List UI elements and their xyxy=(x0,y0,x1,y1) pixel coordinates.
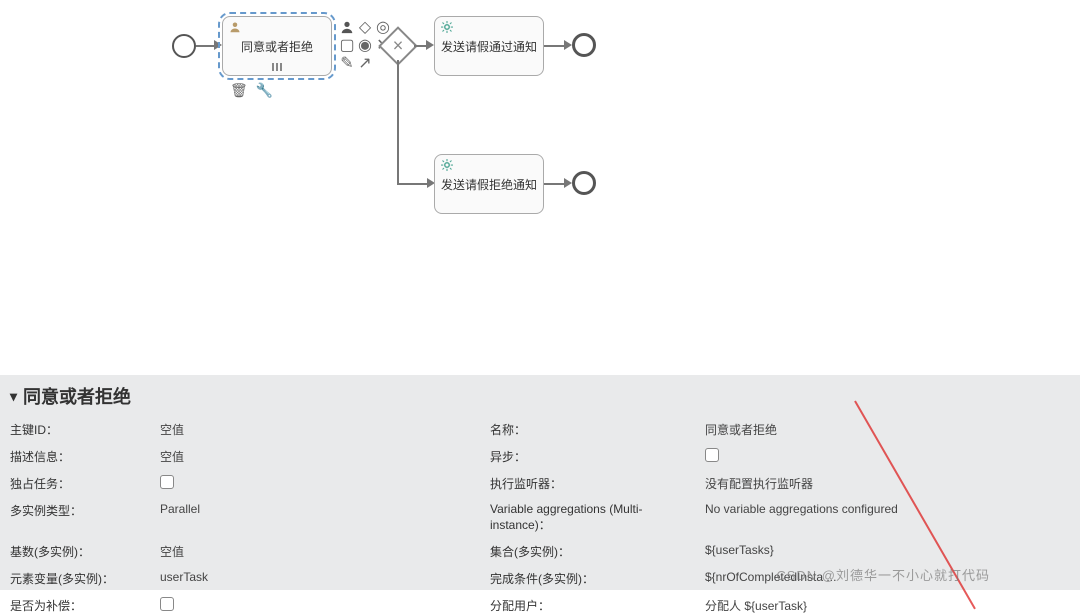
property-label: 名称： xyxy=(490,421,695,438)
property-label: 完成条件(多实例)： xyxy=(490,570,695,587)
property-label: 异步： xyxy=(490,448,695,465)
property-value[interactable]: 空值 xyxy=(160,448,410,465)
connect-icon[interactable]: ↗ xyxy=(358,56,372,70)
sequence-flow xyxy=(397,60,399,184)
user-task-approve-reject[interactable]: 同意或者拒绝 xyxy=(222,16,332,76)
gear-icon xyxy=(441,159,453,171)
property-value[interactable]: 空值 xyxy=(160,543,410,560)
end-event-2[interactable] xyxy=(572,171,596,195)
user-icon xyxy=(229,21,241,33)
spacer xyxy=(420,543,480,560)
property-value[interactable] xyxy=(160,475,410,492)
arrow-icon xyxy=(426,40,434,50)
properties-panel: ▾ 同意或者拒绝 主键ID：空值名称：同意或者拒绝描述信息：空值异步：独占任务：… xyxy=(0,375,1080,590)
trash-icon[interactable]: 🗑 xyxy=(230,82,248,99)
context-toolbar: ◇ ◎ xyxy=(340,20,390,34)
end-event-1[interactable] xyxy=(572,33,596,57)
spacer xyxy=(420,421,480,438)
property-value[interactable]: 同意或者拒绝 xyxy=(705,421,985,438)
property-label: 主键ID： xyxy=(10,421,150,438)
spacer xyxy=(420,475,480,492)
property-value[interactable]: userTask xyxy=(160,570,410,587)
multi-instance-icon xyxy=(272,63,282,71)
property-value[interactable]: 分配人 ${userTask} xyxy=(705,597,985,614)
wrench-icon[interactable]: 🔧 xyxy=(256,82,273,99)
arrow-icon xyxy=(214,40,222,50)
sequence-flow xyxy=(544,183,566,185)
property-label: 执行监听器： xyxy=(490,475,695,492)
text-annotation-icon[interactable]: ✎ xyxy=(340,56,354,70)
spacer xyxy=(420,502,480,533)
property-label: 多实例类型： xyxy=(10,502,150,533)
property-value[interactable] xyxy=(705,448,985,465)
user-icon[interactable] xyxy=(340,20,354,34)
spacer xyxy=(420,448,480,465)
task-tools: 🗑 🔧 xyxy=(230,82,273,99)
bpmn-canvas[interactable]: 同意或者拒绝 ◇ ◎ ▢ ◉ ✕ ✎ ↗ 🗑 🔧 发送请假通过通知 xyxy=(0,0,1080,370)
service-task-label: 发送请假通过通知 xyxy=(441,38,537,55)
property-label: 描述信息： xyxy=(10,448,150,465)
end-event-icon[interactable]: ◎ xyxy=(376,20,390,34)
properties-grid: 主键ID：空值名称：同意或者拒绝描述信息：空值异步：独占任务：执行监听器：没有配… xyxy=(10,421,1070,614)
property-label: 分配用户： xyxy=(490,597,695,614)
gear-icon xyxy=(441,21,453,33)
sequence-flow xyxy=(196,45,216,47)
property-value[interactable]: 没有配置执行监听器 xyxy=(705,475,985,492)
checkbox[interactable] xyxy=(160,597,174,611)
chevron-down-icon: ▾ xyxy=(10,388,17,405)
spacer xyxy=(420,570,480,587)
service-task-approve-notify[interactable]: 发送请假通过通知 xyxy=(434,16,544,76)
property-label: 是否为补偿： xyxy=(10,597,150,614)
panel-header[interactable]: ▾ 同意或者拒绝 xyxy=(10,383,1070,409)
panel-title: 同意或者拒绝 xyxy=(23,383,131,409)
arrow-icon xyxy=(564,40,572,50)
property-value[interactable]: No variable aggregations configured xyxy=(705,502,985,533)
checkbox[interactable] xyxy=(705,448,719,462)
task-icon[interactable]: ▢ xyxy=(340,38,354,52)
service-task-label: 发送请假拒绝通知 xyxy=(441,176,537,193)
checkbox[interactable] xyxy=(160,475,174,489)
context-toolbar-3: ✎ ↗ xyxy=(340,56,372,70)
gateway-icon[interactable]: ◇ xyxy=(358,20,372,34)
property-label: 独占任务： xyxy=(10,475,150,492)
property-label: Variable aggregations (Multi-instance)： xyxy=(490,502,695,533)
property-value[interactable]: 空值 xyxy=(160,421,410,438)
start-event[interactable] xyxy=(172,34,196,58)
intermediate-event-icon[interactable]: ◉ xyxy=(358,38,372,52)
spacer xyxy=(420,597,480,614)
sequence-flow xyxy=(544,45,566,47)
arrow-icon xyxy=(564,178,572,188)
property-label: 集合(多实例)： xyxy=(490,543,695,560)
sequence-flow xyxy=(397,183,429,185)
service-task-reject-notify[interactable]: 发送请假拒绝通知 xyxy=(434,154,544,214)
user-task-label: 同意或者拒绝 xyxy=(241,38,313,55)
property-value[interactable]: Parallel xyxy=(160,502,410,533)
watermark: CSDN @刘德华一不小心就打代码 xyxy=(776,565,990,584)
property-value[interactable] xyxy=(160,597,410,614)
property-label: 元素变量(多实例)： xyxy=(10,570,150,587)
property-label: 基数(多实例)： xyxy=(10,543,150,560)
